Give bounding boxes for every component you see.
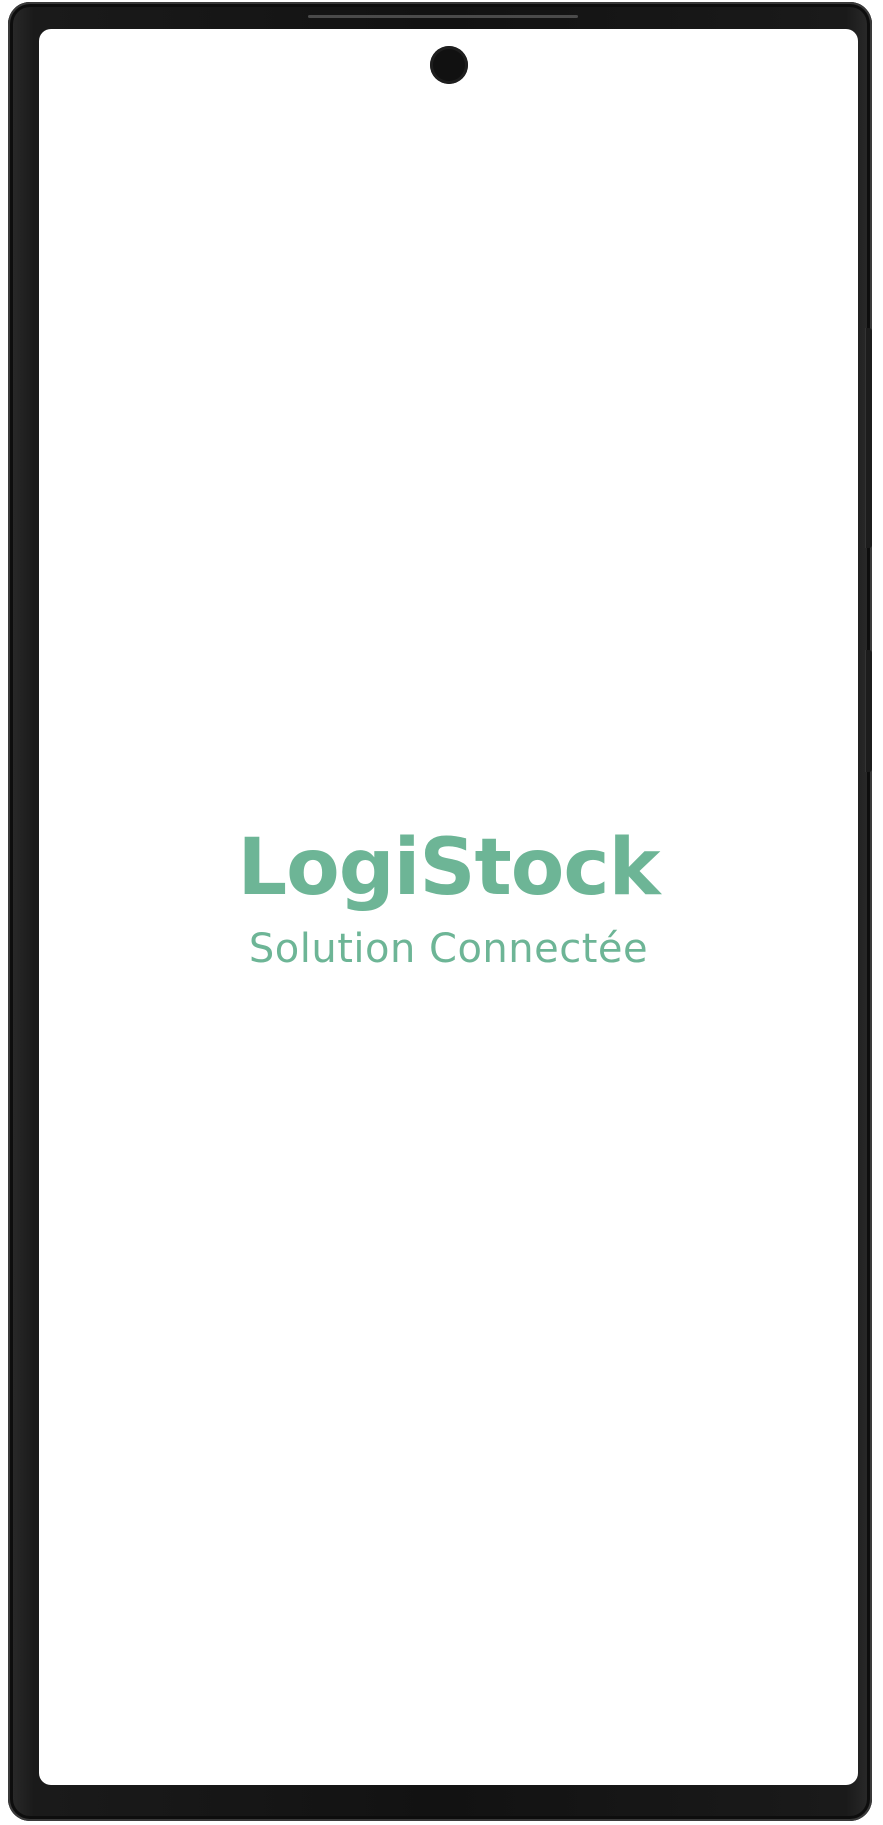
splash-screen: LogiStock Solution Connectée	[39, 29, 858, 1785]
app-subtitle: Solution Connectée	[248, 926, 649, 972]
power-button	[865, 650, 872, 772]
front-camera-icon	[430, 46, 468, 84]
volume-button	[865, 328, 872, 548]
device-mockup: LogiStock Solution Connectée	[0, 0, 883, 1825]
phone-top-edge	[308, 15, 578, 18]
phone-frame: LogiStock Solution Connectée	[8, 2, 872, 1821]
splash-branding: LogiStock Solution Connectée	[39, 829, 858, 969]
app-title: LogiStock	[237, 823, 660, 913]
